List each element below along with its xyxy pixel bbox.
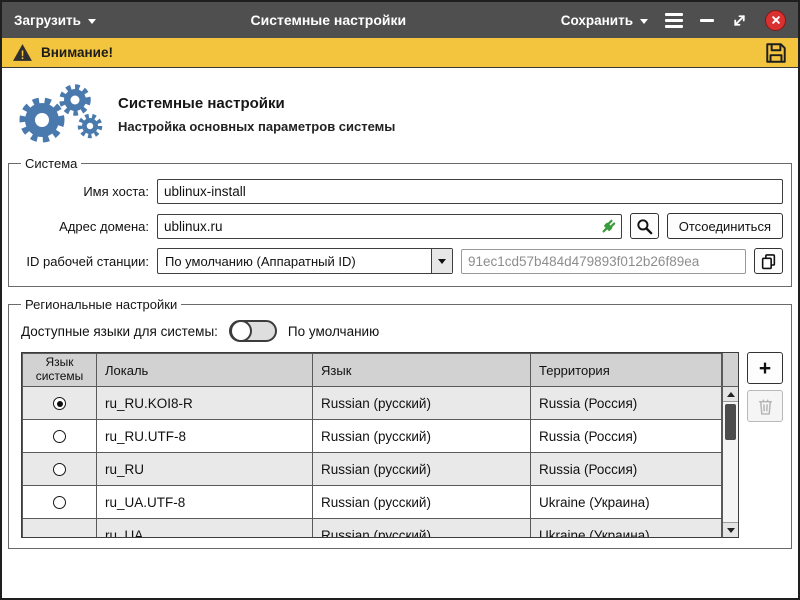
cell-territory: Ukraine (Украина): [531, 486, 722, 519]
languages-toggle-row: Доступные языки для системы: По умолчани…: [21, 320, 783, 342]
domain-label: Адрес домена:: [17, 219, 149, 234]
page-header: Системные настройки Настройка основных п…: [2, 76, 798, 154]
radio-selected-icon[interactable]: [53, 397, 66, 410]
page-header-text: Системные настройки Настройка основных п…: [118, 95, 395, 134]
chevron-down-icon: [640, 19, 648, 24]
search-icon: [636, 218, 653, 235]
cell-locale: ru_RU: [97, 453, 313, 486]
locales-table-frame: Язык системы Локаль Язык Территория ru_R…: [21, 352, 739, 538]
copy-icon: [760, 253, 777, 270]
chevron-down-icon: [438, 259, 446, 264]
cell-locale: ru_UA.UTF-8: [97, 486, 313, 519]
domain-row: Адрес домена:: [17, 213, 783, 239]
svg-text:!: !: [21, 50, 25, 62]
titlebar: Загрузить Системные настройки Сохранить: [2, 2, 798, 38]
page-subtitle: Настройка основных параметров системы: [118, 119, 395, 134]
cell-territory: Ukraine (Украина): [531, 519, 722, 539]
content-area: Системные настройки Настройка основных п…: [2, 68, 798, 598]
table-row[interactable]: ru_RU.UTF-8 Russian (русский) Russia (Ро…: [23, 420, 722, 453]
system-section: Система Имя хоста: Адрес домена:: [8, 156, 792, 287]
table-row[interactable]: ru_UA Russian (русский) Ukraine (Украина…: [23, 519, 722, 539]
col-header-territory: Территория: [531, 354, 722, 387]
radio-icon[interactable]: [53, 496, 66, 509]
station-id-label: ID рабочей станции:: [17, 254, 149, 269]
col-header-locale: Локаль: [97, 354, 313, 387]
cell-locale: ru_UA: [97, 519, 313, 539]
delete-locale-button-disabled: [747, 390, 783, 422]
default-toggle-label: По умолчанию: [288, 324, 379, 339]
regional-section-legend: Региональные настройки: [21, 297, 181, 312]
locales-table-area: Язык системы Локаль Язык Территория ru_R…: [21, 352, 783, 538]
table-row[interactable]: ru_RU.KOI8-R Russian (русский) Russia (Р…: [23, 387, 722, 420]
cell-locale: ru_RU.KOI8-R: [97, 387, 313, 420]
station-id-row: ID рабочей станции: По умолчанию (Аппара…: [17, 248, 783, 274]
add-icon: +: [759, 358, 771, 379]
menu-icon[interactable]: [665, 13, 683, 28]
table-row[interactable]: ru_UA.UTF-8 Russian (русский) Ukraine (У…: [23, 486, 722, 519]
languages-label: Доступные языки для системы:: [21, 324, 218, 339]
disconnect-button[interactable]: Отсоединиться: [667, 213, 783, 239]
table-row[interactable]: ru_RU Russian (русский) Russia (Россия): [23, 453, 722, 486]
scroll-up-button[interactable]: [723, 387, 738, 402]
floppy-icon: [764, 41, 788, 65]
save-menu-label: Сохранить: [561, 13, 633, 28]
hostname-input[interactable]: [157, 179, 783, 204]
cell-language: Russian (русский): [313, 519, 531, 539]
expand-button[interactable]: [731, 12, 748, 29]
scroll-up-icon: [727, 392, 735, 397]
load-menu-button[interactable]: Загрузить: [14, 13, 96, 28]
domain-input[interactable]: [157, 214, 622, 239]
load-menu-label: Загрузить: [14, 13, 81, 28]
cell-language: Russian (русский): [313, 387, 531, 420]
table-header-row: Язык системы Локаль Язык Территория: [23, 354, 722, 387]
hostname-row: Имя хоста:: [17, 179, 783, 204]
cell-territory: Russia (Россия): [531, 453, 722, 486]
cell-locale: ru_RU.UTF-8: [97, 420, 313, 453]
minimize-button[interactable]: [700, 19, 714, 22]
default-language-toggle[interactable]: [229, 320, 277, 342]
station-id-mode-value: По умолчанию (Аппаратный ID): [158, 249, 431, 273]
cell-language: Russian (русский): [313, 486, 531, 519]
vertical-scrollbar[interactable]: [722, 353, 738, 537]
system-settings-window: Загрузить Системные настройки Сохранить: [0, 0, 800, 600]
save-menu-button[interactable]: Сохранить: [561, 13, 648, 28]
station-id-mode-select[interactable]: По умолчанию (Аппаратный ID): [157, 248, 453, 274]
titlebar-controls: Сохранить: [561, 10, 786, 31]
domain-search-button[interactable]: [630, 213, 659, 239]
locales-table: Язык системы Локаль Язык Территория ru_R…: [22, 353, 722, 538]
toggle-knob-icon: [230, 320, 252, 342]
radio-icon[interactable]: [53, 463, 66, 476]
scroll-down-icon: [727, 528, 735, 533]
add-locale-button[interactable]: +: [747, 352, 783, 384]
col-header-system-language: Язык системы: [23, 354, 97, 387]
scrollbar-thumb[interactable]: [725, 404, 736, 440]
save-floppy-button[interactable]: [764, 41, 788, 65]
window-title: Системные настройки: [96, 12, 561, 28]
warning-icon: !: [12, 43, 33, 62]
table-side-buttons: +: [747, 352, 783, 422]
hostname-label: Имя хоста:: [17, 184, 149, 199]
system-section-legend: Система: [21, 156, 81, 171]
cell-language: Russian (русский): [313, 420, 531, 453]
regional-section: Региональные настройки Доступные языки д…: [8, 297, 792, 549]
trash-icon: [758, 398, 773, 415]
scrollbar-track[interactable]: [723, 402, 738, 522]
warning-text: Внимание!: [41, 45, 113, 60]
page-title: Системные настройки: [118, 95, 395, 112]
combo-dropdown-button[interactable]: [431, 249, 452, 273]
scroll-down-button[interactable]: [723, 522, 738, 537]
cell-territory: Russia (Россия): [531, 387, 722, 420]
close-button[interactable]: [765, 10, 786, 31]
station-id-value-field: [461, 249, 746, 274]
warning-bar: ! Внимание!: [2, 38, 798, 68]
gears-icon: [12, 82, 104, 146]
cell-territory: Russia (Россия): [531, 420, 722, 453]
scrollbar-corner: [723, 353, 738, 387]
chevron-down-icon: [88, 19, 96, 24]
copy-id-button[interactable]: [754, 248, 783, 274]
radio-icon[interactable]: [53, 430, 66, 443]
cell-language: Russian (русский): [313, 453, 531, 486]
col-header-language: Язык: [313, 354, 531, 387]
